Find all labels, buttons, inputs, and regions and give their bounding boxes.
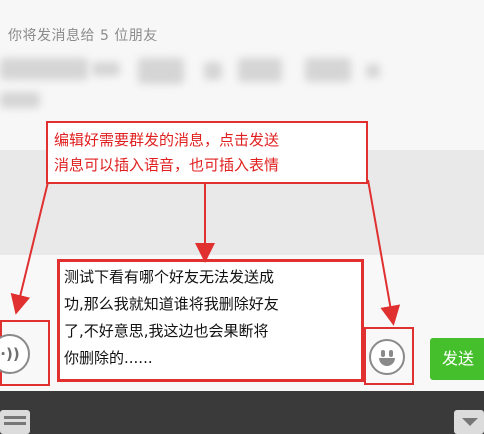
blurred-recipient-name — [0, 92, 40, 108]
keyboard-key-row — [4, 416, 26, 419]
blurred-recipient-name — [92, 62, 120, 76]
annotation-callout: 编辑好需要群发的消息，点击发送 消息可以插入语音，也可插入表情 — [46, 121, 368, 184]
emoji-eye — [389, 350, 393, 357]
blurred-recipient-name — [366, 64, 380, 78]
recipients-title: 你将发消息给 5 位朋友 — [8, 28, 158, 44]
collapse-icon[interactable] — [454, 410, 484, 434]
blurred-recipient-name — [138, 58, 184, 84]
send-button[interactable]: 发送 — [430, 338, 484, 380]
bottom-toolbar — [0, 391, 484, 434]
keyboard-key-row — [4, 422, 26, 425]
emoji-smile-icon[interactable] — [369, 339, 405, 375]
message-input[interactable]: 测试下看有哪个好友无法发送成 功,那么我就知道谁将我删除好友 了,不好意思,我这… — [64, 264, 360, 372]
emoji-mouth — [379, 358, 395, 366]
blurred-recipient-name — [204, 62, 222, 80]
blurred-recipient-name — [0, 58, 88, 80]
emoji-eye — [381, 350, 385, 357]
keyboard-icon[interactable] — [0, 410, 30, 434]
blurred-recipient-name — [305, 58, 351, 82]
blurred-recipient-name — [238, 58, 282, 82]
